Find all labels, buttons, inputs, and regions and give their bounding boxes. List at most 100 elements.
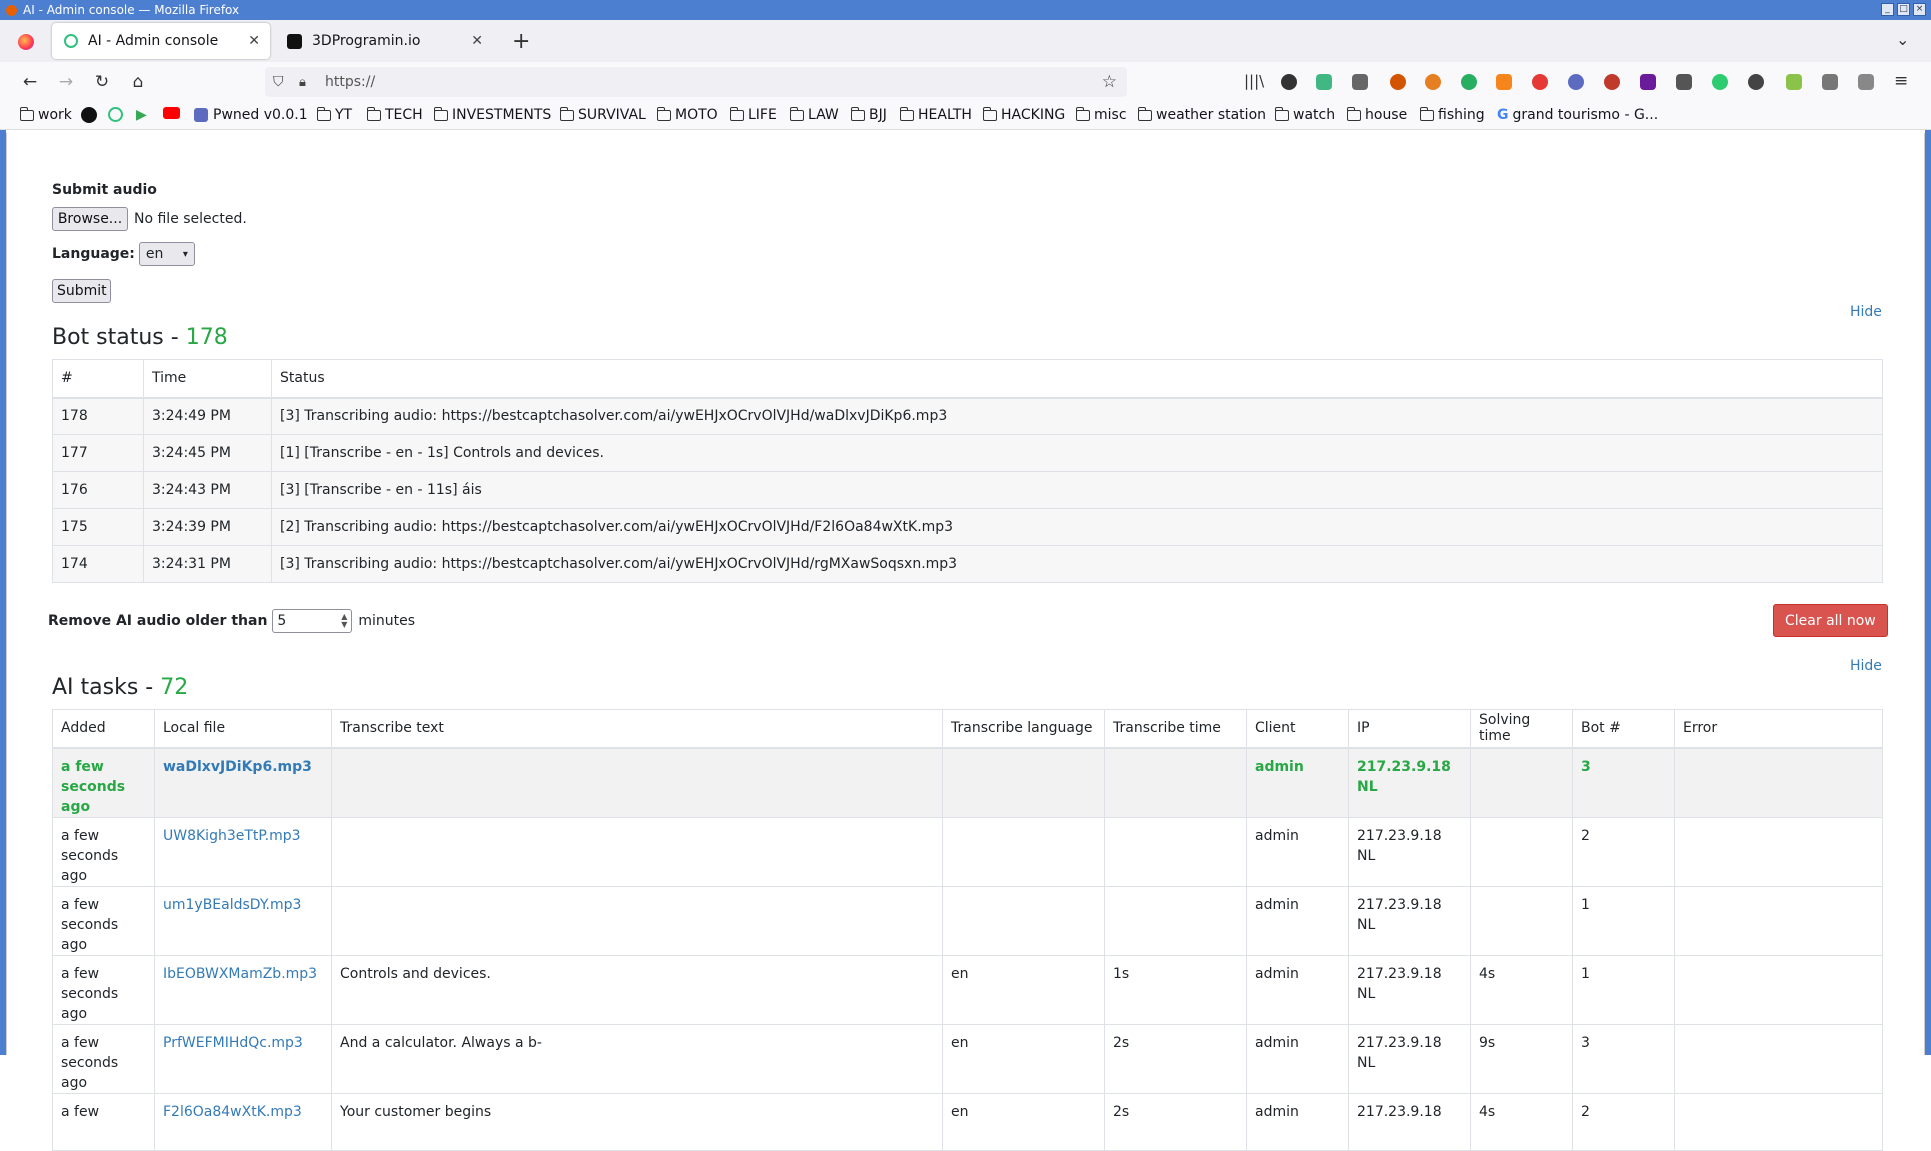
- maximize-icon[interactable]: □: [1897, 3, 1910, 16]
- bookmark-health[interactable]: HEALTH: [900, 107, 972, 123]
- local-file-link[interactable]: IbEOBWXMamZb.mp3: [155, 955, 332, 1024]
- ai-tasks-hide-link[interactable]: Hide: [1850, 658, 1882, 674]
- column-header: #: [53, 360, 144, 398]
- lock-icon[interactable]: 🔒︎: [299, 75, 306, 90]
- local-file-link[interactable]: waDlxvJDiKp6.mp3: [155, 748, 332, 818]
- forward-icon[interactable]: →: [51, 67, 81, 97]
- reload-icon[interactable]: ↻: [87, 67, 117, 97]
- new-tab-icon[interactable]: +: [512, 29, 530, 54]
- window-title: AI - Admin console — Mozilla Firefox: [23, 3, 239, 17]
- extension-badge-2-icon[interactable]: [1604, 74, 1620, 90]
- table-row: 177 3:24:45 PM [1] [Transcribe - en - 1s…: [53, 435, 1883, 472]
- window-frame-right: [1925, 130, 1931, 1055]
- bookmark-survival[interactable]: SURVIVAL: [560, 107, 646, 123]
- hat-extension-icon[interactable]: [1676, 74, 1692, 90]
- green-extension-icon[interactable]: [1461, 74, 1477, 90]
- cookie-editor-icon[interactable]: [1390, 74, 1406, 90]
- extension-a-icon[interactable]: [1281, 74, 1297, 90]
- bookmark-investments[interactable]: INVESTMENTS: [434, 107, 551, 123]
- c-bookmark-icon[interactable]: [108, 107, 123, 122]
- file-input[interactable]: Browse... No file selected.: [52, 207, 247, 231]
- basketball-extension-icon[interactable]: [1425, 74, 1441, 90]
- list-tabs-icon[interactable]: ⌄: [1896, 30, 1909, 49]
- bookmark-yt[interactable]: YT: [317, 107, 352, 123]
- spinner-icon[interactable]: ▲▼: [341, 613, 347, 629]
- tab-3dprogramin[interactable]: 3DProgramin.io ✕: [275, 23, 493, 59]
- navigation-bar: ← → ↻ ⌂ ⛉ 🔒︎ https:// ☆ |||\ ≡: [0, 62, 1931, 102]
- download-extension-icon[interactable]: [1640, 74, 1656, 90]
- url-bar[interactable]: ⛉ 🔒︎ https:// ☆: [265, 67, 1127, 97]
- github-icon[interactable]: [81, 107, 97, 123]
- cleanup-row: Remove AI audio older than 5 ▲▼ minutes: [48, 609, 415, 633]
- table-row: 178 3:24:49 PM [3] Transcribing audio: h…: [53, 398, 1883, 435]
- bookmark-hacking[interactable]: HACKING: [983, 107, 1065, 123]
- tab-strip: AI - Admin console ✕ 3DProgramin.io ✕ + …: [0, 20, 1931, 62]
- tab-admin-console[interactable]: AI - Admin console ✕: [52, 23, 270, 59]
- library-icon[interactable]: |||\: [1244, 72, 1264, 90]
- bookmark-grand-tourismo[interactable]: Ggrand tourismo - G...: [1497, 107, 1658, 123]
- sync-extension-icon[interactable]: [1712, 74, 1728, 90]
- language-row: Language: en ▾: [52, 242, 195, 266]
- extensions-icon[interactable]: [1858, 74, 1874, 90]
- play-store-icon[interactable]: ▶: [136, 107, 147, 123]
- column-header: Bot #: [1573, 710, 1675, 748]
- close-tab-icon[interactable]: ✕: [248, 33, 260, 49]
- table-row: a few F2l6Oa84wXtK.mp3 Your customer beg…: [53, 1093, 1883, 1150]
- url-text[interactable]: https://: [325, 74, 375, 90]
- submit-button[interactable]: Submit: [52, 279, 111, 303]
- local-file-link[interactable]: F2l6Oa84wXtK.mp3: [155, 1093, 332, 1150]
- bookmark-life[interactable]: LIFE: [730, 107, 777, 123]
- bookmark-work[interactable]: work: [20, 107, 72, 123]
- plus-extension-icon[interactable]: [1786, 74, 1802, 90]
- language-label: Language:: [52, 246, 135, 262]
- bookmark-law[interactable]: LAW: [790, 107, 839, 123]
- local-file-link[interactable]: PrfWEFMIHdQc.mp3: [155, 1024, 332, 1093]
- minimize-icon[interactable]: _: [1881, 3, 1894, 16]
- table-row: 175 3:24:39 PM [2] Transcribing audio: h…: [53, 509, 1883, 546]
- cleanup-unit: minutes: [358, 613, 415, 629]
- local-file-link[interactable]: um1yBEaldsDY.mp3: [155, 886, 332, 955]
- bookmark-fishing[interactable]: fishing: [1420, 107, 1485, 123]
- local-file-link[interactable]: UW8Kigh3eTtP.mp3: [155, 817, 332, 886]
- column-header: Client: [1247, 710, 1349, 748]
- ai-tasks-count: 72: [160, 675, 188, 700]
- bookmark-weather-station[interactable]: weather station: [1138, 107, 1266, 123]
- cleanup-minutes-input[interactable]: 5 ▲▼: [272, 609, 352, 633]
- table-row: a few seconds ago PrfWEFMIHdQc.mp3 And a…: [53, 1024, 1883, 1093]
- youtube-icon[interactable]: [163, 107, 180, 119]
- firefox-view-icon[interactable]: [18, 34, 34, 50]
- settings-extension-icon[interactable]: [1822, 74, 1838, 90]
- home-icon[interactable]: ⌂: [123, 67, 153, 97]
- bookmark-pwned[interactable]: Pwned v0.0.1: [194, 107, 308, 123]
- bookmark-tech[interactable]: TECH: [367, 107, 423, 123]
- extension-ol-icon[interactable]: [1568, 74, 1584, 90]
- bookmark-misc[interactable]: misc: [1076, 107, 1127, 123]
- bookmark-star-icon[interactable]: ☆: [1102, 72, 1117, 92]
- cleanup-label: Remove AI audio older than: [48, 613, 267, 629]
- vue-devtools-icon[interactable]: [1316, 74, 1332, 90]
- bookmark-house[interactable]: house: [1347, 107, 1407, 123]
- menu-icon[interactable]: ≡: [1894, 71, 1908, 91]
- column-header: Transcribe language: [943, 710, 1105, 748]
- browse-button[interactable]: Browse...: [52, 207, 128, 231]
- close-tab-icon[interactable]: ✕: [471, 33, 483, 49]
- column-header: Time: [144, 360, 272, 398]
- chevron-down-icon: ▾: [183, 249, 188, 260]
- bot-status-table: # Time Status 178 3:24:49 PM [3] Transcr…: [52, 359, 1883, 583]
- bookmark-watch[interactable]: watch: [1275, 107, 1335, 123]
- image-extension-icon[interactable]: [1352, 74, 1368, 90]
- google-icon: G: [1497, 107, 1509, 123]
- bookmark-bjj[interactable]: BJJ: [851, 107, 887, 123]
- metamask-icon[interactable]: [1496, 74, 1512, 90]
- adblock-plus-icon[interactable]: [1532, 74, 1548, 90]
- ai-tasks-title: AI tasks - 72: [52, 675, 188, 700]
- cookie-icon[interactable]: [1748, 74, 1764, 90]
- folder-icon: [20, 110, 34, 121]
- bot-status-hide-link[interactable]: Hide: [1850, 304, 1882, 320]
- shield-icon[interactable]: ⛉: [273, 74, 284, 90]
- bookmark-moto[interactable]: MOTO: [657, 107, 718, 123]
- language-select[interactable]: en ▾: [139, 242, 195, 266]
- clear-all-button[interactable]: Clear all now: [1773, 604, 1888, 637]
- close-window-icon[interactable]: ×: [1913, 3, 1926, 16]
- back-icon[interactable]: ←: [15, 67, 45, 97]
